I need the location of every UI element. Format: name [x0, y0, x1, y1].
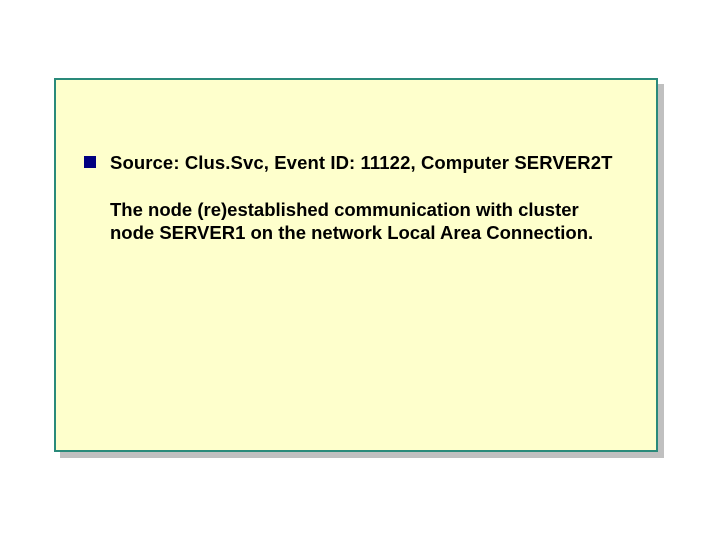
- event-heading: Source: Clus.Svc, Event ID: 11122, Compu…: [110, 152, 650, 174]
- event-body: The node (re)established communication w…: [110, 198, 606, 244]
- bullet-square-icon: [84, 156, 96, 168]
- card: [54, 78, 658, 452]
- slide: Source: Clus.Svc, Event ID: 11122, Compu…: [0, 0, 720, 540]
